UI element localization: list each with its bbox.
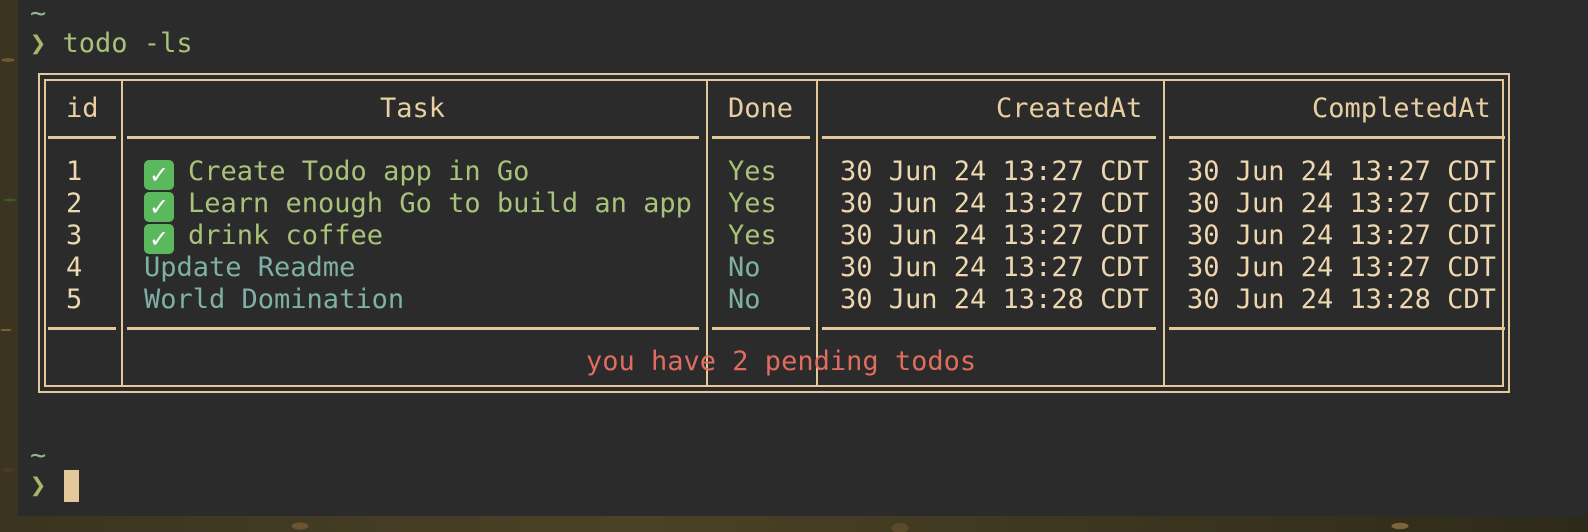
row-completed-at: 30 Jun 24 13:27 CDT <box>1187 220 1496 251</box>
command-line: ❯ todo -ls <box>30 28 193 60</box>
row-task: ✓ Create Todo app in Go <box>144 156 529 190</box>
column-header-id: id <box>66 93 99 124</box>
row-done: No <box>728 284 761 315</box>
row-id: 4 <box>66 252 83 283</box>
prompt-symbol: ❯ <box>30 28 47 59</box>
command-text: todo -ls <box>62 28 193 59</box>
row-completed-at: 30 Jun 24 13:27 CDT <box>1187 156 1496 187</box>
row-done: Yes <box>728 188 777 219</box>
prompt-directory: ~ <box>30 440 47 471</box>
prompt-directory: ~ <box>30 0 47 29</box>
todo-table: id Task Done CreatedAt CompletedAt 1 ✓ Cr… <box>38 73 1510 393</box>
row-created-at: 30 Jun 24 13:27 CDT <box>840 220 1149 251</box>
row-created-at: 30 Jun 24 13:27 CDT <box>840 156 1149 187</box>
check-mark-icon: ✓ <box>144 192 174 222</box>
prompt-symbol: ❯ <box>30 470 47 501</box>
row-task: Update Readme <box>144 252 356 283</box>
row-done: No <box>728 252 761 283</box>
column-header-completedat: CompletedAt <box>1312 93 1491 124</box>
row-completed-at: 30 Jun 24 13:27 CDT <box>1187 252 1496 283</box>
row-task: ✓ drink coffee <box>144 220 383 254</box>
check-mark-icon: ✓ <box>144 224 174 254</box>
row-task: ✓ Learn enough Go to build an app <box>144 188 692 222</box>
row-done: Yes <box>728 220 777 251</box>
column-header-done: Done <box>728 93 794 124</box>
row-created-at: 30 Jun 24 13:28 CDT <box>840 284 1149 315</box>
row-id: 2 <box>66 188 83 219</box>
row-completed-at: 30 Jun 24 13:28 CDT <box>1187 284 1496 315</box>
row-completed-at: 30 Jun 24 13:27 CDT <box>1187 188 1496 219</box>
check-mark-icon: ✓ <box>144 160 174 190</box>
row-done: Yes <box>728 156 777 187</box>
row-created-at: 30 Jun 24 13:27 CDT <box>840 252 1149 283</box>
row-task: World Domination <box>144 284 405 315</box>
row-id: 3 <box>66 220 83 251</box>
pending-todos-footer: you have 2 pending todos <box>586 346 977 377</box>
terminal-window[interactable]: ~ ❯ todo -ls id Task Done CreatedAt Comp… <box>18 0 1588 516</box>
row-id: 5 <box>66 284 83 315</box>
column-header-task: Task <box>380 93 446 124</box>
row-created-at: 30 Jun 24 13:27 CDT <box>840 188 1149 219</box>
row-id: 1 <box>66 156 83 187</box>
column-header-createdat: CreatedAt <box>996 93 1143 124</box>
text-cursor[interactable] <box>64 470 79 502</box>
